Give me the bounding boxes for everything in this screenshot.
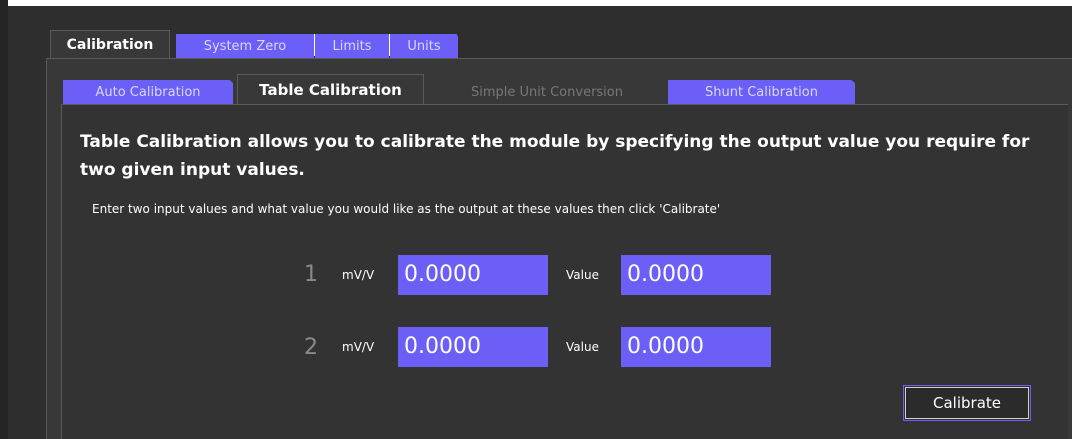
tab-simple-unit-conversion: Simple Unit Conversion xyxy=(470,85,623,100)
window-left-border xyxy=(0,0,8,439)
row-number: 1 xyxy=(304,262,318,287)
tab-calibration[interactable]: Calibration xyxy=(50,30,170,59)
calibrate-button[interactable]: Calibrate xyxy=(903,385,1031,421)
output-value-label: Value xyxy=(566,268,599,282)
tab-system-zero[interactable]: System Zero xyxy=(176,34,314,58)
row1-output-value-field[interactable] xyxy=(621,255,771,295)
row2-input-value-field[interactable] xyxy=(398,327,548,367)
tab-table-calibration[interactable]: Table Calibration xyxy=(237,74,424,105)
row-number: 2 xyxy=(304,335,318,360)
calibration-window: Calibration System Zero Limits Units Aut… xyxy=(0,0,1072,439)
instructions-text: Enter two input values and what value yo… xyxy=(92,202,721,216)
output-value-label: Value xyxy=(566,340,599,354)
tab-limits[interactable]: Limits xyxy=(315,34,389,58)
tab-separator xyxy=(389,34,390,56)
row1-input-value-field[interactable] xyxy=(398,255,548,295)
tab-shunt-calibration[interactable]: Shunt Calibration xyxy=(668,80,855,105)
row2-output-value-field[interactable] xyxy=(621,327,771,367)
input-unit-label: mV/V xyxy=(342,340,375,354)
tab-auto-calibration[interactable]: Auto Calibration xyxy=(63,80,233,105)
input-unit-label: mV/V xyxy=(342,268,375,282)
description-text: Table Calibration allows you to calibrat… xyxy=(80,132,1030,180)
tab-units[interactable]: Units xyxy=(390,34,458,58)
